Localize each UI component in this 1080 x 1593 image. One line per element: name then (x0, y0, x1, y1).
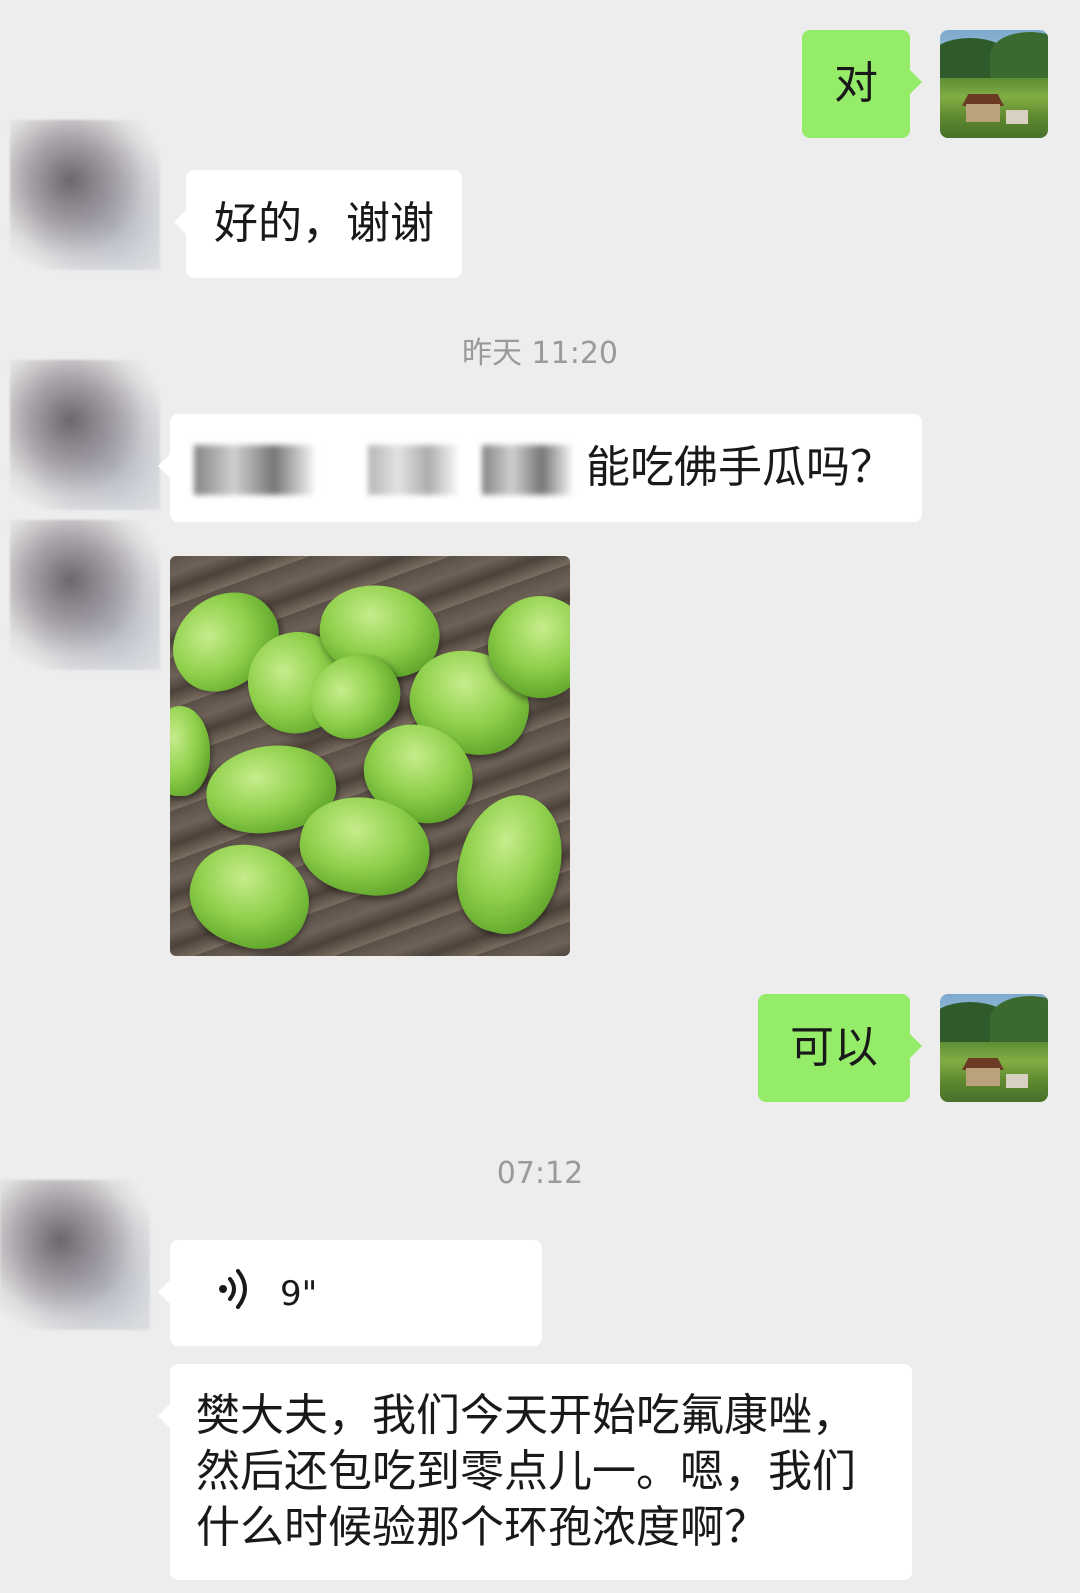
contact-avatar[interactable] (10, 120, 160, 270)
message-bubble-outgoing[interactable]: 可以 (758, 994, 922, 1102)
message-bubble-outgoing[interactable]: 对 (802, 30, 922, 138)
redacted-text (194, 445, 314, 495)
contact-avatar[interactable] (10, 520, 160, 670)
message-text: 可以 (790, 1022, 878, 1073)
message-text: 樊大夫，我们今天开始吃氟康唑，然后还包吃到零点儿一。嗯，我们什么时候验那个环孢浓… (196, 1390, 856, 1553)
message-text: 对 (834, 58, 878, 109)
contact-avatar[interactable] (0, 1180, 150, 1330)
self-avatar[interactable] (940, 994, 1048, 1102)
redacted-text (368, 445, 458, 495)
message-text: 能吃佛手瓜吗？ (586, 442, 894, 493)
voice-message-bubble[interactable]: 9" (158, 1240, 542, 1346)
contact-avatar[interactable] (10, 360, 160, 510)
voice-wave-icon (218, 1266, 254, 1329)
self-avatar[interactable] (940, 30, 1048, 138)
timestamp: 昨天 11:20 (462, 336, 618, 371)
voice-duration: 9" (280, 1274, 318, 1314)
message-text: 好的，谢谢 (214, 198, 434, 249)
message-bubble-incoming[interactable]: 樊大夫，我们今天开始吃氟康唑，然后还包吃到零点儿一。嗯，我们什么时候验那个环孢浓… (158, 1364, 912, 1580)
redacted-text (482, 445, 572, 495)
chayote-photo[interactable] (170, 556, 570, 956)
message-bubble-incoming[interactable]: 好的，谢谢 (174, 170, 462, 278)
timestamp: 07:12 (496, 1156, 584, 1191)
message-bubble-incoming[interactable]: 能吃佛手瓜吗？ (158, 414, 922, 522)
